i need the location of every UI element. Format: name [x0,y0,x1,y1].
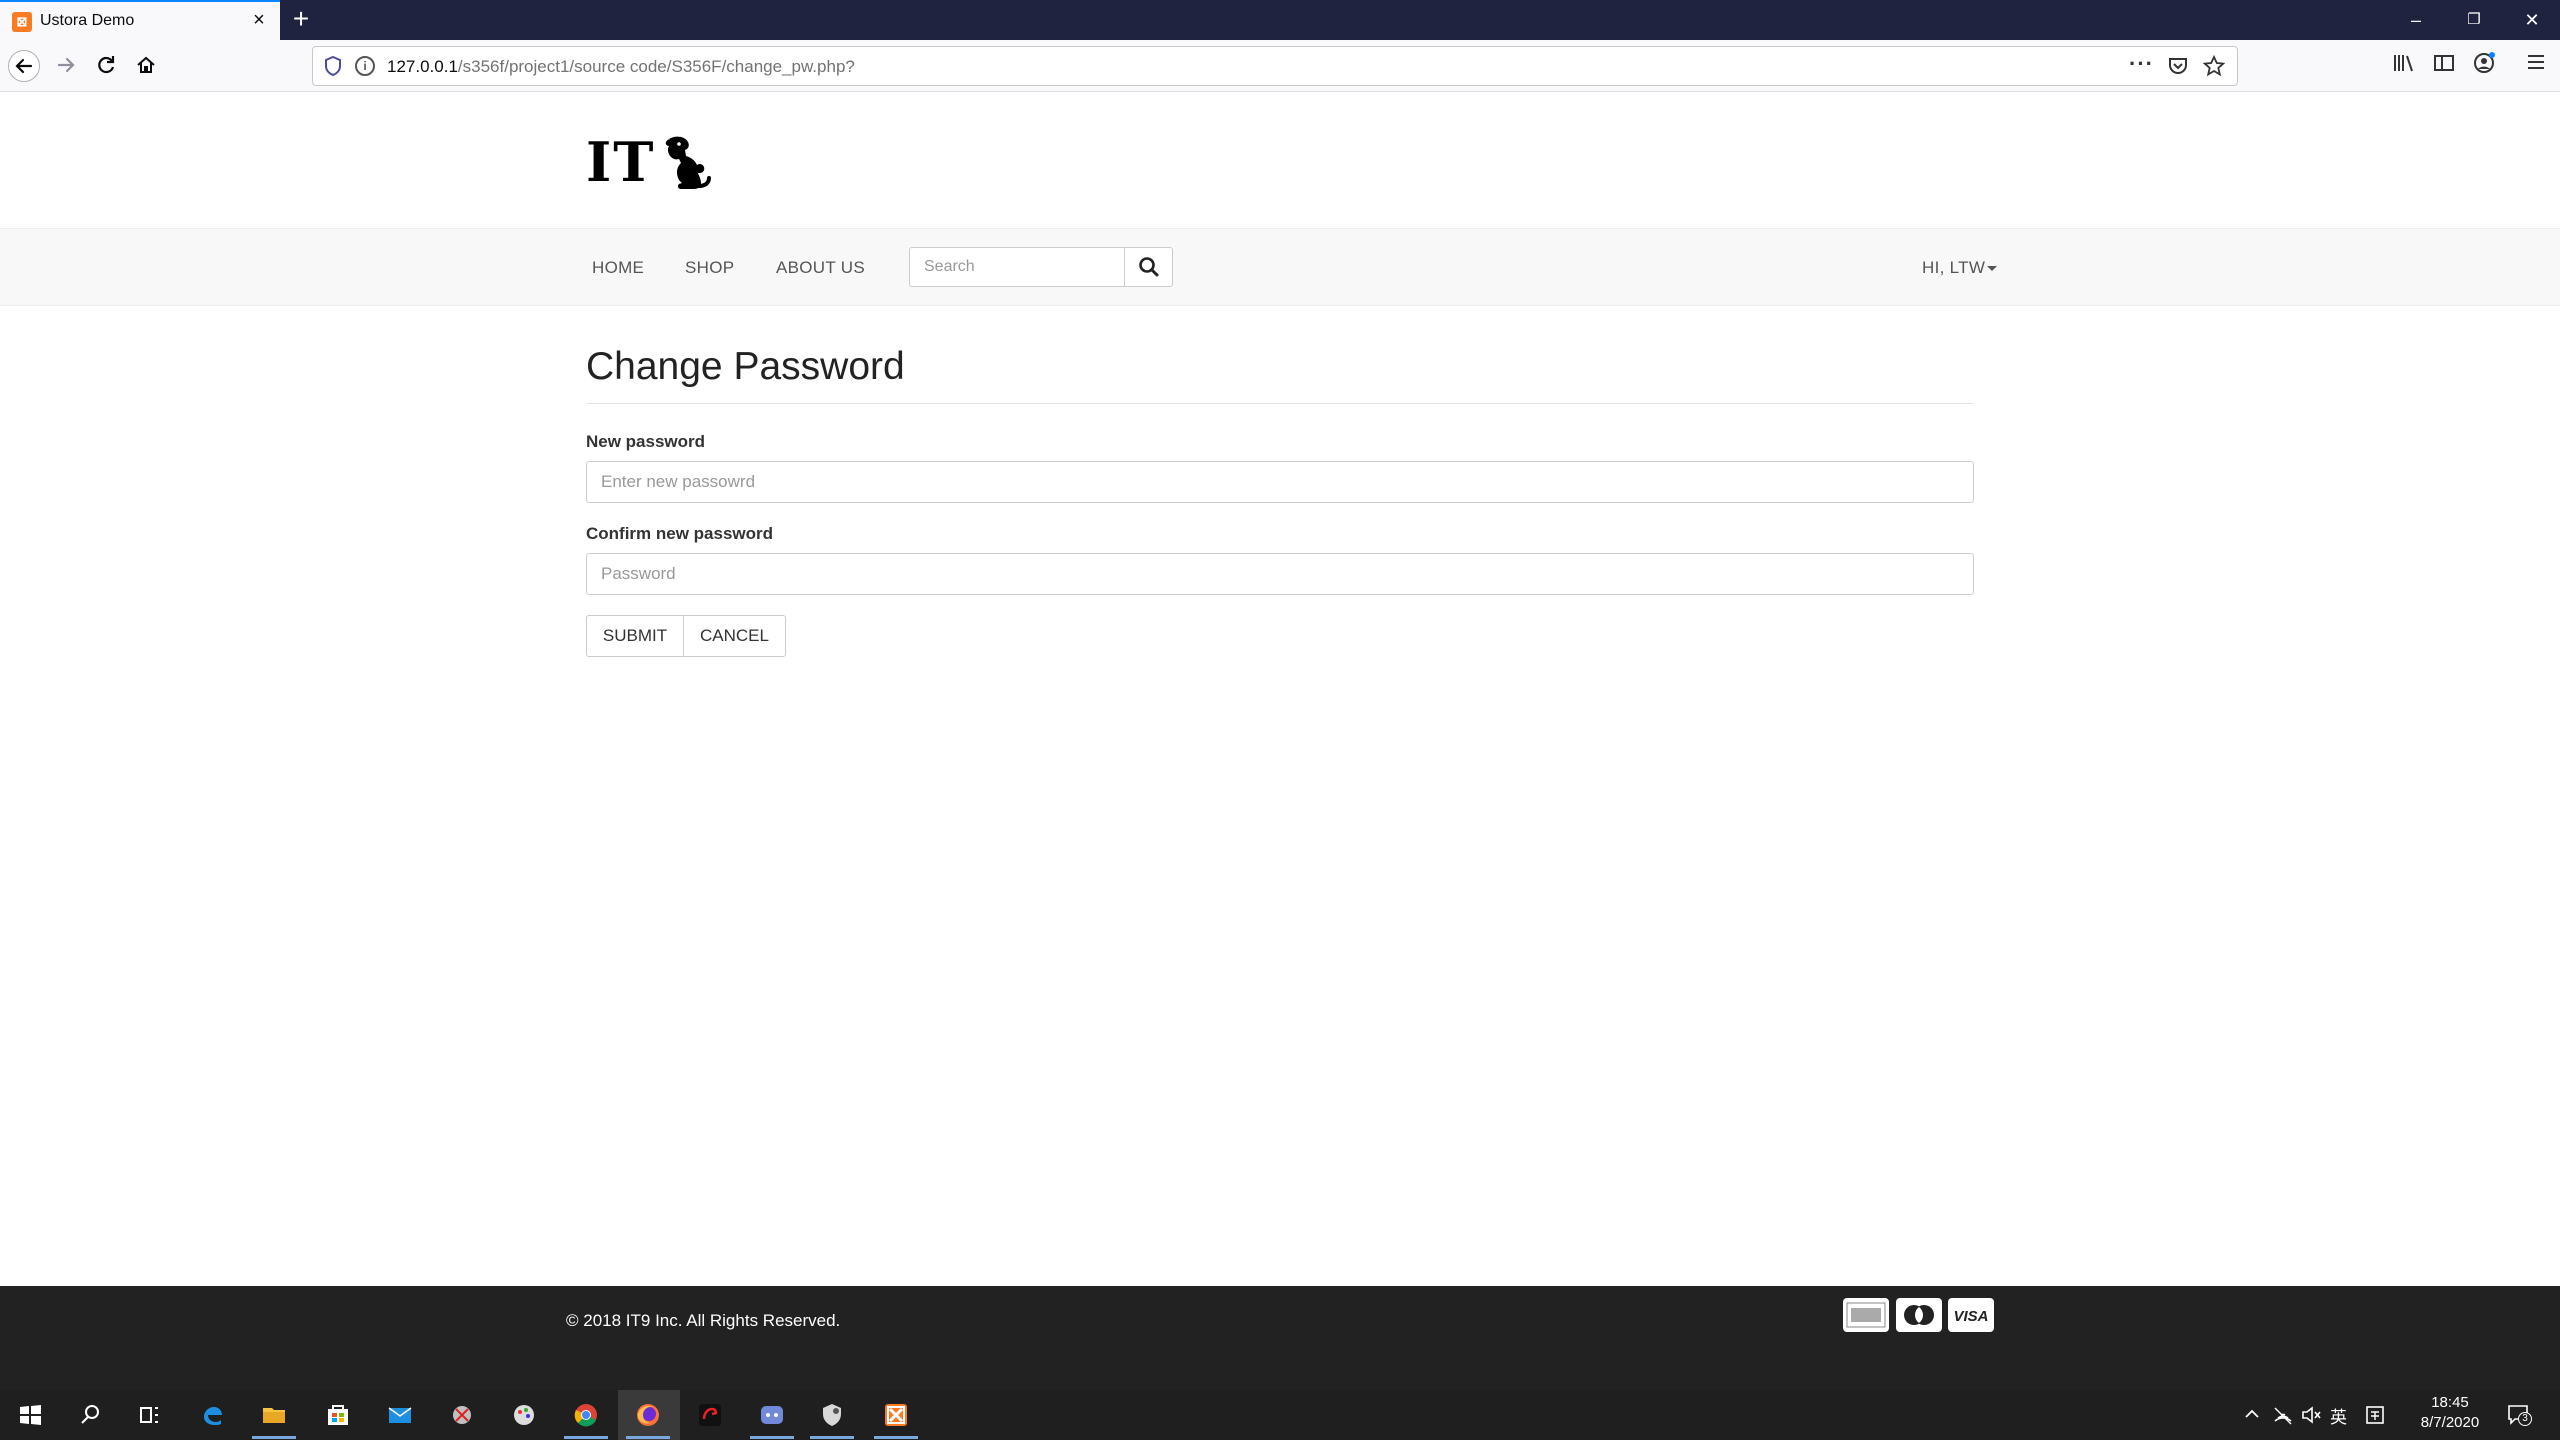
user-greeting: HI, LTW [1922,258,1986,277]
store-icon[interactable] [322,1399,354,1431]
logo-text: IT [586,130,656,194]
page-title: Change Password [586,345,905,388]
chrome-running-indicator [564,1436,608,1439]
copyright-text: © 2018 IT9 Inc. All Rights Reserved. [566,1311,841,1330]
search-input[interactable]: Search [909,247,1125,287]
nav-shop[interactable]: SHOP [685,258,734,278]
paint-icon[interactable] [508,1399,540,1431]
search-icon [1139,257,1159,277]
search-taskbar-icon[interactable] [74,1399,106,1431]
site-logo[interactable]: IT [586,130,717,194]
nav-home[interactable]: HOME [592,258,644,278]
url-text[interactable]: 127.0.0.1/s356f/project1/source code/S35… [387,57,855,77]
input-method-indicator[interactable]: 英 [2330,1403,2347,1428]
shield-app-running-indicator [810,1436,854,1439]
xampp-running-indicator [874,1436,918,1439]
snipping-tool-icon[interactable] [446,1399,478,1431]
nav-about-us[interactable]: ABOUT US [776,258,865,278]
minimize-button[interactable]: – [2388,0,2444,40]
confirm-password-field[interactable]: Password [586,553,1974,595]
caret-down-icon [1987,266,1998,272]
show-hidden-icons-chevron-icon[interactable] [2242,1404,2262,1424]
site-info-icon[interactable]: i [355,56,375,76]
cancel-button[interactable]: CANCEL [683,615,786,657]
url-host: 127.0.0.1 [387,57,458,76]
confirm-password-label: Confirm new password [586,524,774,543]
mail-icon[interactable] [384,1399,416,1431]
url-bar[interactable]: i 127.0.0.1/s356f/project1/source code/S… [312,46,2238,86]
sidebar-icon[interactable] [2428,50,2460,82]
xampp-icon[interactable] [880,1399,912,1431]
american-express-icon [1843,1298,1889,1332]
forward-button[interactable] [50,50,82,82]
task-view-icon[interactable] [134,1399,166,1431]
svg-text:VISA: VISA [1953,1308,1988,1325]
reload-button[interactable] [90,50,122,82]
pocket-icon[interactable] [2167,55,2189,83]
search-button[interactable] [1124,247,1173,287]
restore-button[interactable]: ❐ [2446,0,2502,40]
file-explorer-running-indicator [252,1436,296,1439]
visa-icon: VISA [1948,1298,1994,1332]
file-explorer-icon[interactable] [258,1399,290,1431]
discord-icon[interactable] [756,1399,788,1431]
firefox-icon[interactable] [632,1399,664,1431]
submit-button[interactable]: SUBMIT [586,615,684,657]
new-password-label: New password [586,432,706,451]
account-icon[interactable] [2468,50,2500,82]
tab-title: Ustora Demo [40,12,135,29]
url-path: /s356f/project1/source code/S356F/change… [457,57,855,76]
action-center-button[interactable]: 3 [2506,1402,2532,1426]
user-menu-dropdown[interactable]: HI, LTW [1922,258,1998,278]
browser-toolbar: i 127.0.0.1/s356f/project1/source code/S… [0,40,2560,92]
tab-close-button[interactable]: × [248,10,270,30]
site-footer: © 2018 IT9 Inc. All Rights Reserved. VIS… [0,1286,2560,1390]
dog-logo-icon [666,136,712,189]
page-actions-menu-icon[interactable]: ··· [2129,51,2154,77]
app-red-icon[interactable] [694,1399,726,1431]
chrome-icon[interactable] [570,1399,602,1431]
mastercard-icon [1896,1298,1942,1332]
discord-running-indicator [750,1436,794,1439]
home-button[interactable] [130,50,162,82]
xampp-favicon-icon: ⊠ [12,12,32,32]
network-icon[interactable] [2272,1404,2294,1426]
reload-icon [98,56,115,74]
firefox-running-indicator [626,1436,670,1439]
back-button[interactable] [8,50,40,82]
back-arrow-icon [15,58,33,74]
notification-count-badge: 3 [2518,1412,2532,1426]
new-password-field[interactable]: Enter new passowrd [586,461,1974,503]
forward-arrow-icon [57,57,75,73]
title-divider [586,403,1974,404]
page-content: IT HOME SHOP ABOUT US Search HI, LTW Cha… [0,93,2560,1390]
home-icon [137,56,155,73]
volume-muted-icon[interactable] [2300,1404,2322,1426]
new-tab-button[interactable]: + [286,4,316,34]
windows-start-icon[interactable] [14,1399,46,1431]
close-window-button[interactable]: ✕ [2504,0,2560,40]
main-navigation: HOME SHOP ABOUT US Search HI, LTW [0,228,2560,306]
clock-time[interactable]: 18:45 [2410,1394,2490,1411]
ime-mode-icon[interactable] [2364,1404,2386,1426]
hamburger-menu-icon[interactable] [2520,50,2552,82]
browser-tab[interactable]: ⊠ Ustora Demo × [0,0,280,40]
shield-app-icon[interactable] [816,1399,848,1431]
browser-titlebar: ⊠ Ustora Demo × + – ❐ ✕ [0,0,2560,40]
tracking-protection-shield-icon[interactable] [323,55,343,77]
windows-taskbar: 英 18:45 8/7/2020 3 [0,1390,2560,1440]
edge-browser-icon[interactable] [196,1399,228,1431]
library-icon[interactable] [2388,50,2420,82]
bookmark-star-icon[interactable] [2202,54,2226,83]
clock-date[interactable]: 8/7/2020 [2410,1414,2490,1431]
